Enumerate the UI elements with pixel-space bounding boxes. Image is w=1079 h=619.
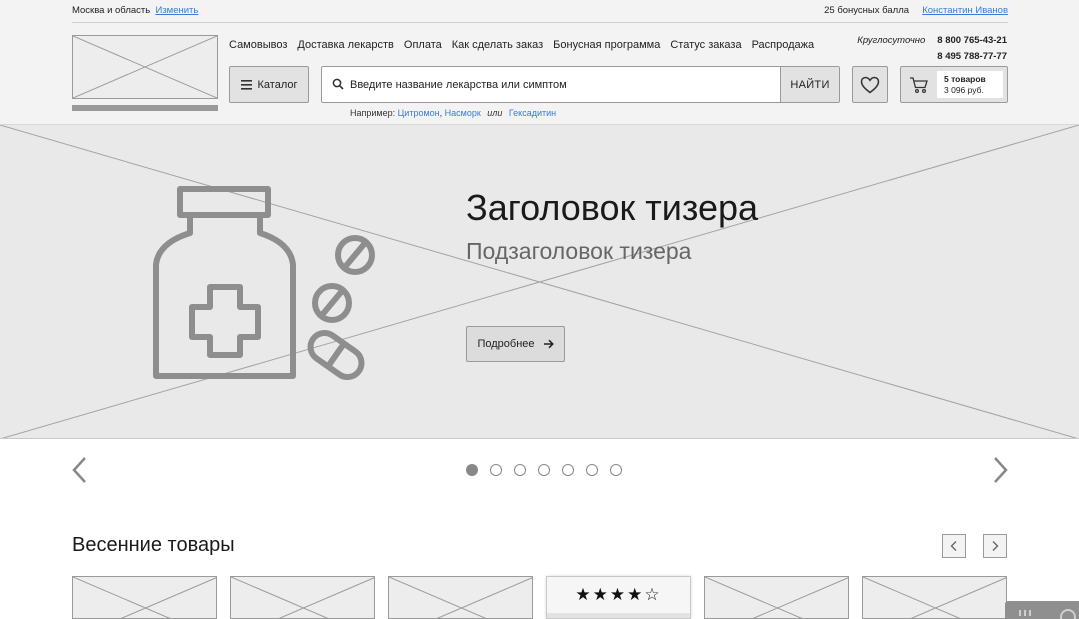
carousel-next-icon[interactable]: [990, 455, 1010, 485]
header: Москва и область Изменить 25 бонусных ба…: [0, 0, 1079, 125]
search-icon: [332, 78, 344, 90]
search-hint: Например: Цитромон, Насморк или Гексадит…: [350, 108, 557, 118]
logo[interactable]: [72, 35, 218, 99]
heart-icon: [860, 76, 880, 93]
carousel-dot[interactable]: [610, 464, 622, 476]
product-card[interactable]: [704, 576, 849, 619]
product-rating: ★★★★☆: [575, 585, 662, 604]
product-placeholder-image: [705, 577, 848, 618]
product-placeholder-image: [389, 577, 532, 618]
product-card-hovered[interactable]: ★★★★☆: [546, 576, 691, 619]
chevron-right-icon: [992, 541, 999, 551]
product-placeholder-image: [73, 577, 216, 618]
catalog-label: Каталог: [257, 78, 298, 91]
search-input[interactable]: [350, 67, 780, 102]
medicine-bottle-icon: [153, 186, 375, 381]
hint-example-3[interactable]: Гексадитин: [509, 108, 556, 118]
nav-item-pickup[interactable]: Самовывоз: [229, 39, 287, 51]
cart-summary: 5 товаров 3 096 руб.: [937, 71, 1003, 98]
favorites-button[interactable]: [852, 66, 888, 103]
region-label: Москва и область: [72, 5, 151, 16]
product-card[interactable]: [388, 576, 533, 619]
carousel-dot[interactable]: [514, 464, 526, 476]
carousel-dot[interactable]: [466, 464, 478, 476]
carousel-dot[interactable]: [490, 464, 502, 476]
section-title: Весенние товары: [72, 534, 235, 556]
search-button[interactable]: НАЙТИ: [780, 67, 839, 102]
working-hours: Круглосуточно: [857, 35, 926, 46]
product-placeholder-image: [863, 577, 1006, 618]
hero-title: Заголовок тизера: [466, 187, 759, 228]
nav-item-bonus-program[interactable]: Бонусная программа: [553, 39, 660, 51]
cart-count: 5 товаров: [944, 74, 986, 84]
hint-example-2[interactable]: Насморк: [445, 108, 481, 118]
cart-icon: [910, 77, 928, 94]
carousel-dot[interactable]: [586, 464, 598, 476]
product-card[interactable]: [72, 576, 217, 619]
nav-item-payment[interactable]: Оплата: [404, 39, 442, 51]
menu-icon: [240, 79, 252, 90]
phone-2[interactable]: 8 495 788-77-77: [937, 51, 1007, 62]
hint-example-1[interactable]: Цитромон: [398, 108, 440, 118]
hint-or: или: [487, 108, 503, 118]
change-region-link[interactable]: Изменить: [155, 5, 198, 16]
hero-more-label: Подробнее: [477, 338, 535, 350]
contacts: Круглосуточно 8 800 765-43-21 8 495 788-7…: [857, 33, 1007, 65]
chat-widget-icon: [1019, 609, 1076, 619]
section-next-button[interactable]: [983, 534, 1007, 558]
nav-item-order-status[interactable]: Статус заказа: [670, 39, 741, 51]
region-info: Москва и область Изменить: [72, 5, 198, 16]
hero-banner[interactable]: Заголовок тизера Подзаголовок тизера Под…: [0, 125, 1079, 439]
nav-item-how-to-order[interactable]: Как сделать заказ: [452, 39, 543, 51]
chevron-left-icon: [950, 541, 957, 551]
hint-prefix: Например:: [350, 108, 396, 118]
bonus-balance: 25 бонусных балла: [824, 5, 910, 16]
nav-item-sale[interactable]: Распродажа: [752, 39, 815, 51]
product-card[interactable]: [862, 576, 1007, 619]
product-image-top: [547, 613, 690, 618]
carousel-dots: [466, 464, 622, 476]
cart-button[interactable]: 5 товаров 3 096 руб.: [900, 66, 1008, 103]
main-nav: Самовывоз Доставка лекарств Оплата Как с…: [229, 39, 814, 51]
section-prev-button[interactable]: [942, 534, 966, 558]
top-line: Москва и область Изменить 25 бонусных ба…: [72, 5, 1008, 23]
hero-subtitle: Подзаголовок тизера: [466, 238, 692, 264]
hero-more-button[interactable]: Подробнее: [466, 326, 565, 362]
arrow-right-icon: [543, 339, 554, 349]
user-profile-link[interactable]: Константин Иванов: [922, 5, 1008, 16]
carousel-dot[interactable]: [538, 464, 550, 476]
logo-underline: [72, 105, 218, 111]
catalog-button[interactable]: Каталог: [229, 66, 309, 103]
chat-widget[interactable]: [1005, 601, 1079, 619]
phone-1[interactable]: 8 800 765-43-21: [937, 35, 1007, 46]
logo-placeholder-image: [72, 35, 218, 99]
search-bar: НАЙТИ: [321, 66, 840, 103]
product-placeholder-image: [231, 577, 374, 618]
nav-item-delivery[interactable]: Доставка лекарств: [297, 39, 394, 51]
cart-total: 3 096 руб.: [944, 85, 984, 95]
user-info: 25 бонусных балла Константин Иванов: [824, 5, 1008, 16]
carousel-dot[interactable]: [562, 464, 574, 476]
carousel-prev-icon[interactable]: [70, 455, 90, 485]
product-card[interactable]: [230, 576, 375, 619]
